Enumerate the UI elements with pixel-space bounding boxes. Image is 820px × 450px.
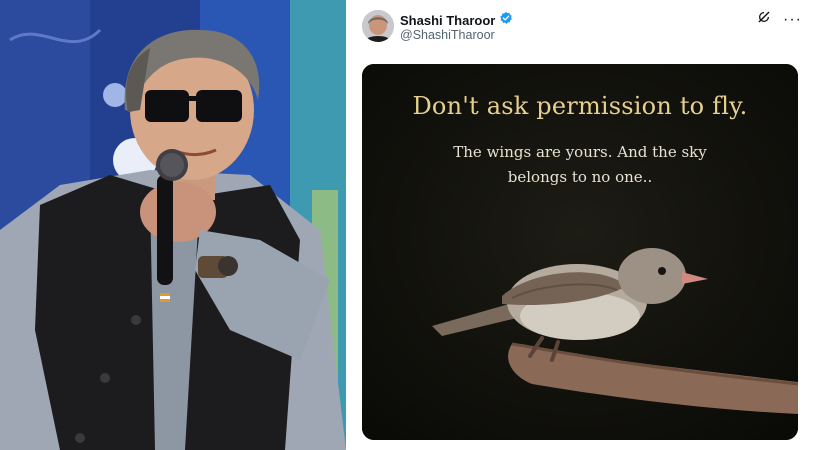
more-options-icon[interactable]: ··· (783, 11, 802, 27)
quote-line: belongs to no one.. (507, 168, 653, 186)
author-name[interactable]: Shashi Tharoor (400, 13, 495, 28)
author-handle[interactable]: @ShashiTharoor (400, 28, 495, 42)
quote-body: The wings are yours. And the sky belongs… (362, 140, 798, 190)
grok-icon[interactable] (757, 10, 771, 29)
tweet-actions: ··· (757, 10, 802, 29)
speaker-photo-illustration (0, 0, 346, 450)
tweet-media-image[interactable]: Don't ask permission to fly. The wings a… (362, 64, 798, 440)
author-avatar[interactable] (362, 10, 394, 42)
quote-title: Don't ask permission to fly. (412, 92, 748, 120)
quote-line: The wings are yours. And the sky (453, 143, 707, 161)
speaker-photo (0, 0, 346, 450)
verified-badge-icon (499, 11, 513, 30)
tweet-card: Shashi Tharoor @ShashiTharoor ··· Don't … (352, 0, 820, 450)
bird-on-branch-illustration (362, 64, 798, 440)
